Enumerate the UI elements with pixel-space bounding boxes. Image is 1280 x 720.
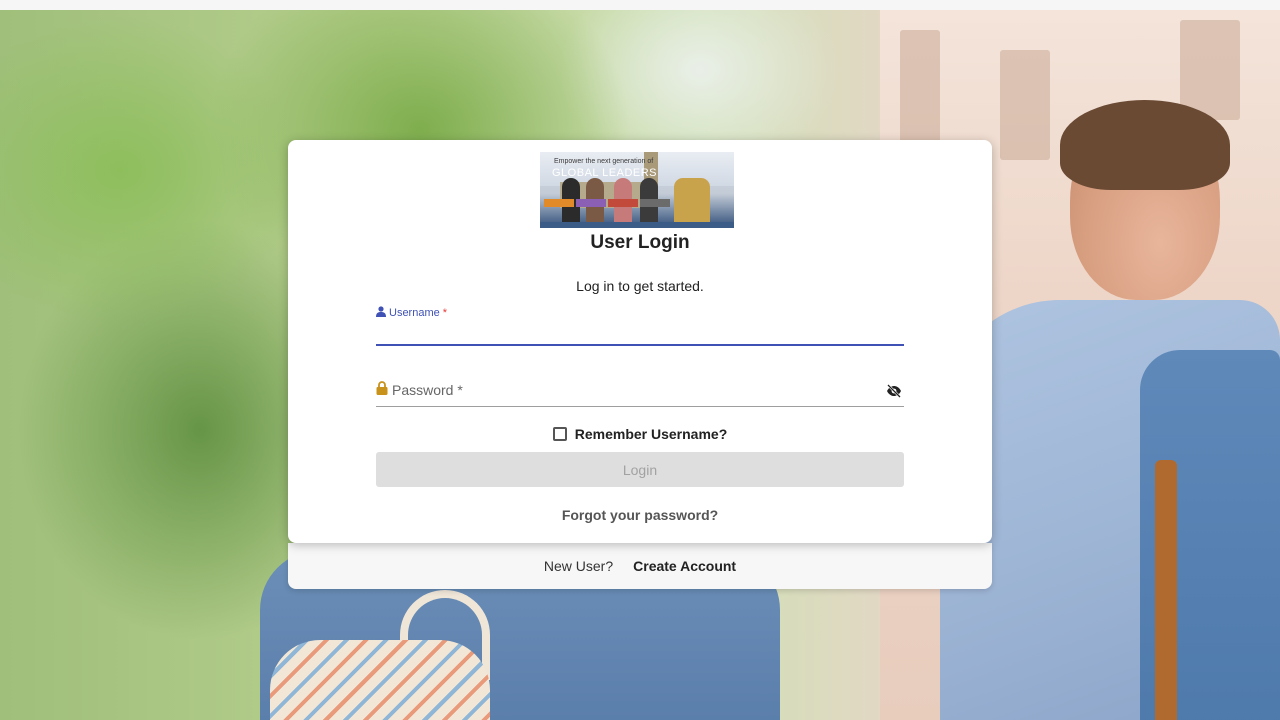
password-field: Password * <box>376 378 904 407</box>
forgot-password-link[interactable]: Forgot your password? <box>288 507 992 523</box>
username-input[interactable] <box>376 322 904 346</box>
remember-username-label[interactable]: Remember Username? <box>575 426 728 442</box>
top-bar <box>0 0 1280 10</box>
eye-off-icon[interactable] <box>886 383 902 399</box>
banner-headline: GLOBAL LEADERS <box>552 167 658 179</box>
username-label-text: Username <box>389 307 440 319</box>
password-input[interactable] <box>376 378 876 404</box>
username-label: Username * <box>376 306 447 320</box>
login-card: Empower the next generation of GLOBAL LE… <box>288 140 992 543</box>
page-subtitle: Log in to get started. <box>576 278 704 294</box>
new-user-text: New User? <box>543 558 614 574</box>
student-right <box>940 100 1280 720</box>
remember-username-row: Remember Username? <box>288 424 992 444</box>
promo-banner-image: Empower the next generation of GLOBAL LE… <box>540 152 734 228</box>
remember-username-checkbox[interactable] <box>552 427 567 441</box>
required-mark: * <box>442 307 448 319</box>
banner-tagline: Empower the next generation of <box>554 158 654 165</box>
user-icon <box>376 306 386 320</box>
card-footer: New User? Create Account <box>288 543 992 589</box>
create-account-link[interactable]: Create Account <box>633 558 736 574</box>
login-button[interactable]: Login <box>376 452 904 487</box>
username-field: Username * <box>376 306 904 348</box>
page-title: User Login <box>590 232 690 253</box>
